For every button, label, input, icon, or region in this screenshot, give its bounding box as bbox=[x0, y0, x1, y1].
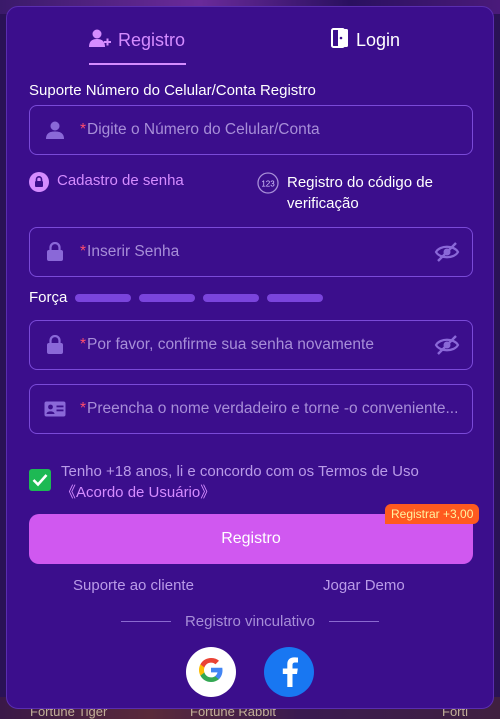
register-panel: Registro Login Suporte Número do Celular… bbox=[6, 6, 494, 709]
login-door-icon bbox=[331, 27, 349, 53]
tab-login-label: Login bbox=[356, 29, 401, 50]
register-bonus-badge: Registrar +3,00 bbox=[385, 504, 480, 524]
strength-bar bbox=[267, 293, 324, 302]
code-123-icon: 123 bbox=[257, 172, 279, 200]
social-register-divider: Registro vinculativo bbox=[7, 613, 493, 630]
confirm-password-field[interactable]: *Por favor, confirme sua senha novamente bbox=[29, 320, 473, 370]
auth-tabs: Registro Login bbox=[7, 7, 493, 73]
eye-slash-icon[interactable] bbox=[422, 334, 472, 356]
active-tab-indicator bbox=[89, 63, 186, 65]
lock-badge-icon bbox=[29, 172, 49, 196]
option-password-register[interactable]: Cadastro de senha bbox=[29, 172, 184, 196]
facebook-login-button[interactable] bbox=[264, 647, 314, 697]
google-icon bbox=[196, 655, 226, 690]
terms-checkbox[interactable] bbox=[29, 469, 51, 491]
divider-line bbox=[329, 621, 380, 622]
facebook-icon bbox=[276, 653, 302, 692]
add-user-icon bbox=[89, 28, 111, 53]
check-icon bbox=[32, 474, 48, 487]
customer-support-link[interactable]: Suporte ao cliente bbox=[73, 577, 194, 594]
user-icon bbox=[30, 120, 80, 140]
option-verification-code[interactable]: 123 Registro do código de verificação bbox=[257, 172, 433, 214]
option-password-label: Cadastro de senha bbox=[57, 172, 184, 189]
strength-bar bbox=[139, 293, 196, 302]
real-name-placeholder: *Preencha o nome verdadeiro e torne -o c… bbox=[80, 400, 459, 417]
id-card-icon bbox=[30, 401, 80, 417]
terms-agreement: Tenho +18 anos, li e concordo com os Ter… bbox=[29, 461, 469, 503]
play-demo-link[interactable]: Jogar Demo bbox=[323, 577, 405, 594]
tab-login[interactable]: Login bbox=[331, 25, 400, 55]
option-code-label: Registro do código de verificação bbox=[287, 174, 433, 212]
strength-bar bbox=[75, 293, 132, 302]
password-placeholder: *Inserir Senha bbox=[80, 243, 180, 260]
phone-account-placeholder: *Digite o Número do Celular/Conta bbox=[80, 121, 320, 138]
user-agreement-link[interactable]: 《Acordo de Usuário》 bbox=[61, 482, 419, 503]
phone-account-field[interactable]: *Digite o Número do Celular/Conta bbox=[29, 105, 473, 155]
password-field[interactable]: *Inserir Senha bbox=[29, 227, 473, 277]
confirm-password-placeholder: *Por favor, confirme sua senha novamente bbox=[80, 336, 374, 353]
svg-text:123: 123 bbox=[261, 180, 275, 189]
password-strength: Força bbox=[29, 289, 331, 306]
tab-registro-label: Registro bbox=[118, 29, 186, 50]
terms-text: Tenho +18 anos, li e concordo com os Ter… bbox=[61, 463, 419, 503]
divider-line bbox=[120, 621, 171, 622]
strength-label: Força bbox=[29, 289, 68, 306]
eye-slash-icon[interactable] bbox=[422, 241, 472, 263]
social-register-label: Registro vinculativo bbox=[184, 613, 316, 630]
real-name-field[interactable]: *Preencha o nome verdadeiro e torne -o c… bbox=[29, 384, 473, 434]
lock-icon bbox=[30, 335, 80, 355]
lock-icon bbox=[30, 242, 80, 262]
tab-registro[interactable]: Registro bbox=[89, 25, 185, 55]
google-login-button[interactable] bbox=[186, 647, 236, 697]
strength-bar bbox=[203, 293, 260, 302]
section-label: Suporte Número do Celular/Conta Registro bbox=[29, 82, 316, 99]
